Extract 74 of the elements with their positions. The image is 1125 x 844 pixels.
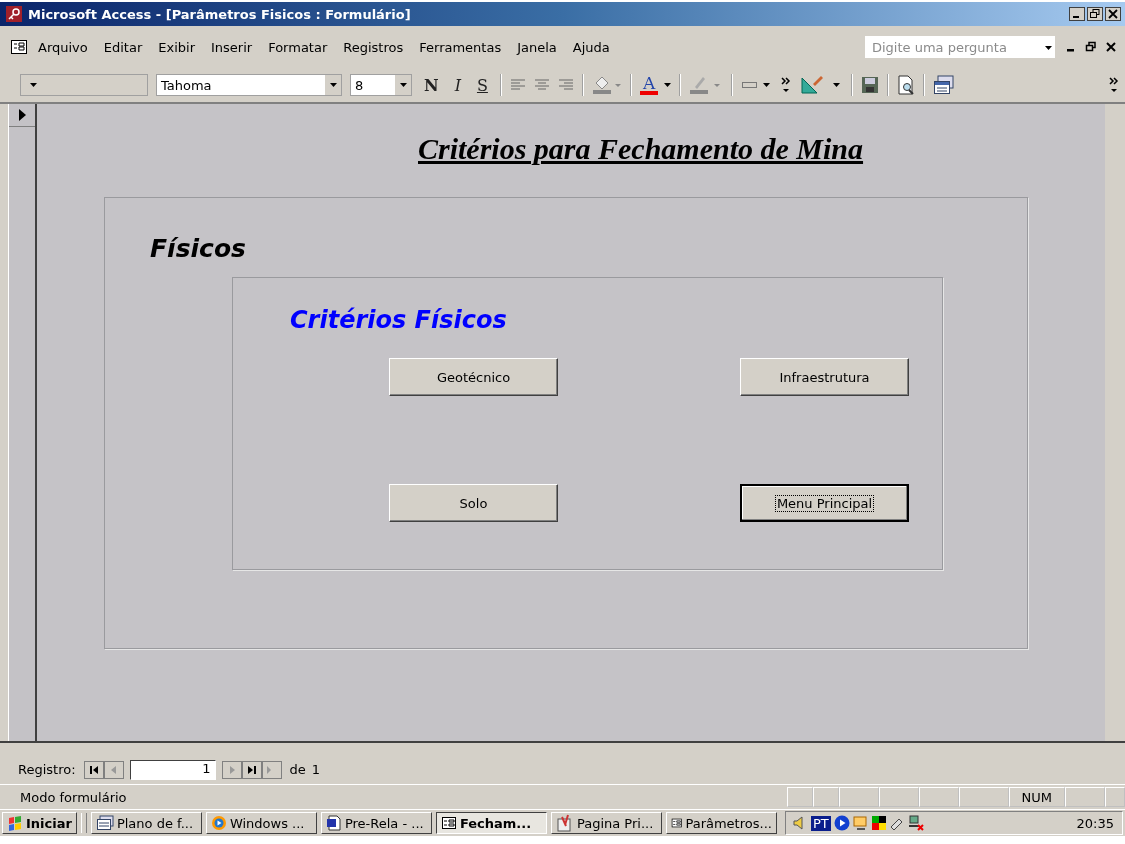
database-window-icon[interactable]: [933, 75, 956, 95]
menu-item[interactable]: Registros: [337, 37, 410, 57]
close-icon[interactable]: [1105, 41, 1117, 53]
restore-icon[interactable]: [1085, 41, 1097, 53]
record-pointer-icon: [18, 109, 26, 121]
record-label: Registro:: [18, 762, 76, 777]
record-of-label: de: [289, 762, 306, 777]
menu-item[interactable]: Ajuda: [566, 37, 616, 57]
first-record-icon[interactable]: [83, 760, 104, 779]
close-icon[interactable]: [1105, 7, 1121, 21]
fill-color-icon[interactable]: [591, 75, 622, 95]
dropdown-arrow-icon[interactable]: [664, 83, 672, 87]
status-panel: [958, 787, 1009, 807]
form-button[interactable]: Solo: [389, 484, 558, 522]
network-offline-icon[interactable]: [907, 815, 924, 831]
more-chevron-icon[interactable]: [781, 75, 792, 95]
menu-item[interactable]: Arquivo: [32, 37, 94, 57]
taskbar-button[interactable]: Parâmetros...: [665, 812, 777, 834]
form-window-icon: [95, 815, 114, 831]
taskbar-button[interactable]: Pre-Rela - ...: [320, 812, 432, 834]
underline-button[interactable]: S: [472, 75, 492, 95]
taskbar-button[interactable]: Windows ...: [205, 812, 317, 834]
minimize-icon[interactable]: [1069, 7, 1085, 21]
record-number-field[interactable]: 1: [129, 759, 216, 780]
taskbar-button[interactable]: Plano de f...: [90, 812, 202, 834]
color-squares-icon[interactable]: [871, 816, 886, 830]
windows-logo-icon: [7, 815, 23, 831]
restore-icon[interactable]: [1087, 7, 1103, 21]
font-color-button[interactable]: A: [639, 75, 672, 95]
font-dropdown[interactable]: Tahoma: [156, 74, 342, 96]
status-panel: [786, 787, 813, 807]
group-label: Critérios Físicos: [290, 306, 507, 334]
menu-item[interactable]: Ferramentas: [413, 37, 508, 57]
taskbar-button[interactable]: Fecham...: [435, 812, 547, 834]
status-text: Modo formulário: [20, 789, 128, 805]
record-total: 1: [311, 762, 321, 777]
document-icon: [325, 815, 342, 831]
key-icon: [6, 6, 22, 22]
menu-item[interactable]: Formatar: [262, 37, 334, 57]
form-button[interactable]: Infraestrutura: [740, 358, 909, 396]
page-tools-icon: [555, 814, 574, 832]
form-icon: [440, 816, 457, 830]
last-record-icon[interactable]: [241, 760, 262, 779]
taskbar-button[interactable]: Pagina Pri...: [550, 812, 662, 834]
form-icon: [670, 816, 683, 830]
window-title: Microsoft Access - [Parâmetros Fisicos : Formulário]: [28, 6, 412, 22]
menu-item[interactable]: Exibir: [152, 37, 201, 57]
form-button[interactable]: Menu Principal: [740, 484, 909, 522]
dropdown-arrow-icon[interactable]: [29, 83, 37, 87]
dropdown-arrow-icon[interactable]: [399, 83, 407, 87]
menu-item[interactable]: Inserir: [205, 37, 259, 57]
form-button[interactable]: Geotécnico: [389, 358, 558, 396]
start-button[interactable]: Iniciar: [2, 812, 77, 834]
dropdown-arrow-icon[interactable]: [329, 83, 337, 87]
menu-item[interactable]: Editar: [97, 37, 149, 57]
menu-item[interactable]: Janela: [511, 37, 563, 57]
section-label: Físicos: [150, 234, 246, 263]
help-search-field[interactable]: Digite uma pergunta: [865, 36, 1055, 58]
status-panel: [878, 787, 919, 807]
italic-button[interactable]: I: [450, 75, 465, 95]
clock: 20:35: [1076, 815, 1114, 831]
more-chevron-icon[interactable]: [1109, 75, 1119, 95]
num-lock-indicator: NUM: [1008, 787, 1065, 807]
language-indicator[interactable]: PT: [810, 815, 831, 831]
status-panel: [918, 787, 959, 807]
save-icon[interactable]: [861, 76, 880, 94]
form-icon[interactable]: [10, 39, 28, 55]
monitor-icon[interactable]: [852, 815, 869, 831]
play-icon[interactable]: [833, 815, 850, 831]
print-preview-icon[interactable]: [897, 75, 916, 95]
font-size-dropdown[interactable]: 8: [350, 74, 412, 96]
bold-button[interactable]: N: [420, 75, 443, 95]
form-title: Critérios para Fechamento de Mina: [418, 132, 864, 166]
media-player-icon: [210, 815, 227, 831]
